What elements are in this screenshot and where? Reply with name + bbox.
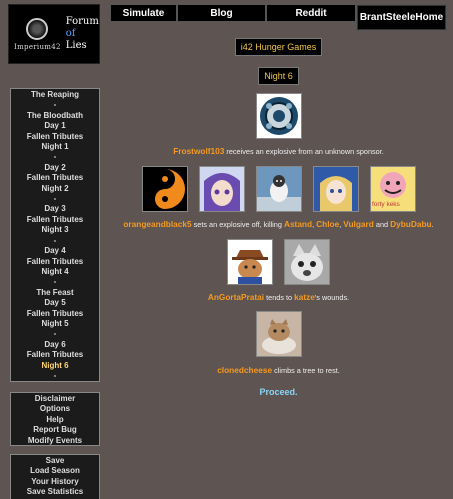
tribute-avatar-chloe: [255, 166, 302, 212]
menu-item-day-3[interactable]: Day 3: [11, 204, 99, 214]
tribute-avatar-astand: [198, 166, 245, 212]
menu-item-load-season[interactable]: Load Season: [11, 466, 99, 476]
logo-emblem: Imperium42: [9, 5, 66, 63]
blog-link[interactable]: Blog: [177, 4, 266, 22]
logo-circle-icon: [26, 17, 49, 40]
menu-separator: -: [53, 194, 57, 204]
logo-text: Imperium42: [14, 42, 61, 51]
tribute-avatar-frostwolf103: [255, 93, 302, 139]
menu-separator: -: [53, 100, 57, 110]
event-text: AnGortaPratai tends to katze's wounds.: [110, 292, 447, 302]
event-avatars: [110, 239, 447, 285]
menu-item-disclaimer[interactable]: Disclaimer: [11, 394, 99, 404]
menu-item-fallen-tributes[interactable]: Fallen Tributes: [11, 173, 99, 183]
progress-menu: The Reaping - The Bloodbath Day 1 Fallen Tri…: [10, 88, 100, 382]
menu-item-fallen-tributes[interactable]: Fallen Tributes: [11, 309, 99, 319]
menu-item-night-1[interactable]: Night 1: [11, 142, 99, 152]
tribute-name: AnGortaPratai: [207, 292, 265, 302]
game-title: i42 Hunger Games: [234, 38, 323, 56]
tribute-name: Frostwolf103: [173, 146, 225, 156]
tribute-avatar-orangeandblack5: [141, 166, 188, 212]
tribute-avatar-clonedcheese: [255, 311, 302, 357]
tribute-name: clonedcheese: [217, 365, 273, 375]
menu-item-fallen-tributes[interactable]: Fallen Tributes: [11, 257, 99, 267]
save-menu: Save Load Season Your History Save Statisti…: [10, 454, 100, 499]
tribute-avatar-katze: [284, 239, 330, 285]
menu-item-save-statistics[interactable]: Save Statistics: [11, 487, 99, 497]
menu-separator: -: [53, 152, 57, 162]
menu-item-the-bloodbath[interactable]: The Bloodbath: [11, 111, 99, 121]
event-text-segment: .: [431, 220, 434, 229]
event-text: clonedcheese climbs a tree to rest.: [110, 365, 447, 375]
event-text-segment: climbs a tree to rest.: [272, 366, 340, 375]
event-text-segment: sets an explosive off, killing: [191, 220, 284, 229]
menu-item-help[interactable]: Help: [11, 415, 99, 425]
tribute-name: DybuDabu: [390, 219, 432, 229]
menu-item-night-5[interactable]: Night 5: [11, 319, 99, 329]
menu-item-fallen-tributes[interactable]: Fallen Tributes: [11, 132, 99, 142]
menu-item-night-2[interactable]: Night 2: [11, 184, 99, 194]
event-text: Frostwolf103 receives an explosive from …: [110, 146, 447, 156]
menu-item-your-history[interactable]: Your History: [11, 477, 99, 487]
menu-item-night-6[interactable]: Night 6: [11, 361, 99, 371]
menu-item-day-5[interactable]: Day 5: [11, 298, 99, 308]
simulate-link[interactable]: Simulate: [110, 4, 177, 22]
menu-item-fallen-tributes[interactable]: Fallen Tributes: [11, 350, 99, 360]
proceed-link[interactable]: Proceed.: [110, 387, 447, 397]
logo-word-lies: Lies: [65, 40, 87, 51]
top-navigation: Simulate Blog Reddit BrantSteele Home: [110, 4, 447, 31]
menu-item-day-1[interactable]: Day 1: [11, 121, 99, 131]
event-avatars: [110, 311, 447, 357]
menu-separator: -: [53, 277, 57, 287]
tribute-name: katze: [294, 292, 315, 302]
menu-item-night-4[interactable]: Night 4: [11, 267, 99, 277]
tribute-name: orangeandblack5: [123, 219, 192, 229]
event-avatars: [110, 93, 447, 139]
menu-item-options[interactable]: Options: [11, 404, 99, 414]
menu-item-the-feast[interactable]: The Feast: [11, 288, 99, 298]
menu-item-night-3[interactable]: Night 3: [11, 225, 99, 235]
menu-item-save[interactable]: Save: [11, 456, 99, 466]
forty-keks-caption: forty keks: [372, 201, 400, 208]
menu-item-day-4[interactable]: Day 4: [11, 246, 99, 256]
site-logo[interactable]: Imperium42 Forum of Lies: [8, 4, 100, 64]
event-text-segment: tends to: [264, 293, 295, 302]
event-text-segment: 's wounds.: [314, 293, 350, 302]
menu-item-day-2[interactable]: Day 2: [11, 163, 99, 173]
phase-title: Night 6: [258, 67, 299, 85]
home-link-line1: BrantSteele: [359, 12, 416, 23]
menu-item-report-bug[interactable]: Report Bug: [11, 425, 99, 435]
main-content: i42 Hunger Games Night 6 Frostwolf103 re…: [110, 30, 447, 397]
tribute-name: Astand: [283, 219, 313, 229]
logo-word-of: of: [65, 28, 76, 39]
menu-item-day-6[interactable]: Day 6: [11, 340, 99, 350]
menu-item-modify-events[interactable]: Modify Events: [11, 436, 99, 446]
tribute-avatar-vulgard: [312, 166, 359, 212]
brantsteele-home-link[interactable]: BrantSteele Home: [356, 4, 447, 31]
logo-word-forum: Forum: [65, 16, 99, 27]
tribute-avatar-angortapratai: [227, 239, 273, 285]
tribute-name: Vulgard: [343, 219, 374, 229]
info-menu: Disclaimer Options Help Report Bug Modify Ev…: [10, 392, 100, 446]
menu-separator: -: [53, 235, 57, 245]
menu-item-fallen-tributes[interactable]: Fallen Tributes: [11, 215, 99, 225]
event-text-segment: and: [373, 220, 391, 229]
menu-separator: -: [53, 329, 57, 339]
menu-separator: -: [53, 370, 57, 380]
event-text-segment: receives an explosive from an unknown sp…: [224, 147, 384, 156]
menu-item-the-reaping[interactable]: The Reaping: [11, 90, 99, 100]
tribute-name: Chloe: [316, 219, 340, 229]
home-link-line2: Home: [415, 12, 444, 23]
reddit-link[interactable]: Reddit: [266, 4, 356, 22]
event-text: orangeandblack5 sets an explosive off, k…: [110, 219, 447, 229]
logo-forum-text: Forum of Lies: [66, 5, 99, 63]
forty-keks-text: forty keks: [372, 201, 400, 208]
